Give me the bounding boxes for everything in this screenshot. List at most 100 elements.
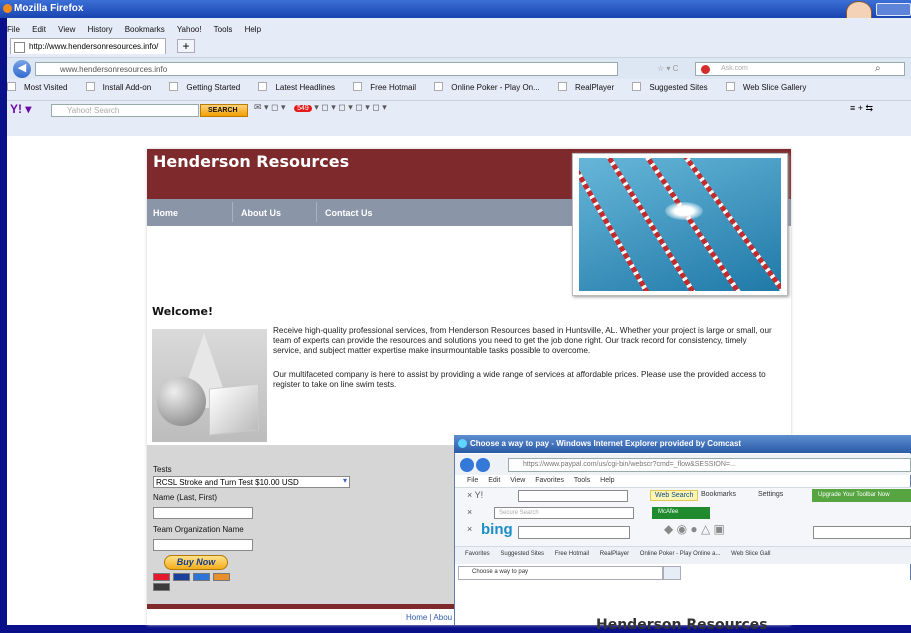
close-toolbar-icon[interactable]: ×	[467, 524, 472, 534]
ie-menu-edit[interactable]: Edit	[488, 477, 500, 484]
paypal-page-title: Henderson Resources	[596, 617, 768, 633]
nav-separator	[232, 202, 233, 222]
ie-menu-help[interactable]: Help	[600, 477, 614, 484]
window-controls[interactable]	[876, 3, 911, 16]
intro-paragraph: Receive high-quality professional servic…	[273, 326, 772, 355]
notification-badge: 549	[294, 105, 312, 112]
new-tab-button[interactable]: +	[177, 39, 195, 53]
favorite-suggested-sites[interactable]: Suggested Sites	[500, 551, 544, 557]
ie-tab[interactable]: Choose a way to pay	[458, 566, 663, 580]
lane-rope	[603, 158, 700, 291]
ie-new-tab[interactable]	[663, 566, 681, 580]
upgrade-toolbar-button[interactable]: Upgrade Your Toolbar Now	[812, 489, 911, 502]
bookmarks-bar: Most Visited Install Add-on Getting Star…	[7, 82, 911, 98]
name-field[interactable]	[153, 507, 253, 519]
favorite-web-slice-gallery[interactable]: Web Slice Gall	[731, 551, 770, 557]
favorite-realplayer[interactable]: RealPlayer	[600, 551, 629, 557]
favorites-button[interactable]: Favorites	[465, 551, 490, 557]
visa-icon	[173, 573, 190, 581]
url-field[interactable]: www.hendersonresources.info	[35, 62, 618, 76]
back-button[interactable]: ◀	[13, 60, 31, 78]
ie-yahoo-search-input[interactable]	[518, 490, 628, 502]
nav-home[interactable]: Home	[153, 208, 178, 218]
favorite-free-hotmail[interactable]: Free Hotmail	[555, 551, 589, 557]
ie-favorites-bar: Favorites Suggested Sites Free Hotmail R…	[455, 546, 911, 564]
mcafee-button[interactable]: McAfee	[652, 507, 710, 519]
toolbar-menu-icon[interactable]: ≡ + ⇆	[850, 103, 873, 114]
menu-help[interactable]: Help	[245, 25, 261, 34]
lane-rope	[642, 158, 745, 291]
ie-logo-icon	[458, 439, 467, 448]
ie-menu-favorites[interactable]: Favorites	[535, 477, 564, 484]
menu-view[interactable]: View	[58, 25, 75, 34]
bookmark-online-poker[interactable]: Online Poker - Play On...	[434, 82, 547, 92]
pool-photo	[579, 158, 781, 291]
ie-menu-view[interactable]: View	[510, 477, 525, 484]
bookmark-latest-headlines[interactable]: Latest Headlines	[258, 82, 343, 92]
bing-logo: bing	[481, 521, 513, 538]
ie-menu-tools[interactable]: Tools	[574, 477, 590, 484]
window-title: Mozilla Firefox	[14, 3, 84, 14]
menu-tools[interactable]: Tools	[214, 25, 233, 34]
bookmark-suggested-sites[interactable]: Suggested Sites	[632, 82, 715, 92]
bookmark-install-add-on[interactable]: Install Add-on	[85, 82, 159, 92]
buy-now-button[interactable]: Buy Now	[164, 555, 228, 570]
site-title: Henderson Resources	[153, 152, 350, 171]
yahoo-search-input[interactable]: Yahoo! Search	[51, 104, 199, 117]
reload-icon[interactable]: ☆ ▾ C	[657, 64, 678, 73]
ie-url-field[interactable]: https://www.paypal.com/us/cgi-bin/webscr…	[508, 458, 911, 472]
nav-contact-us[interactable]: Contact Us	[325, 208, 373, 218]
web-search-button[interactable]: Web Search	[650, 490, 699, 501]
menu-history[interactable]: History	[88, 25, 113, 34]
bookmark-icon	[7, 82, 16, 91]
bookmark-realplayer[interactable]: RealPlayer	[558, 82, 622, 92]
bookmark-icon	[353, 82, 363, 91]
tests-label: Tests	[153, 465, 172, 474]
favorite-online-poker[interactable]: Online Poker - Play Online a...	[640, 551, 721, 557]
bookmark-web-slice-gallery[interactable]: Web Slice Gallery	[725, 82, 814, 92]
bookmark-icon	[632, 82, 642, 91]
bookmark-free-hotmail[interactable]: Free Hotmail	[353, 82, 424, 92]
ask-search-field[interactable]: Ask.com	[695, 62, 905, 76]
ie-menu-file[interactable]: File	[467, 477, 478, 484]
amex-icon	[193, 573, 210, 581]
menu-bookmarks[interactable]: Bookmarks	[125, 25, 165, 34]
bookmark-most-visited[interactable]: Most Visited	[7, 82, 75, 92]
menu-file[interactable]: File	[7, 25, 20, 34]
ie-back-button[interactable]	[460, 458, 474, 472]
menu-yahoo[interactable]: Yahoo!	[177, 25, 202, 34]
yahoo-logo-icon[interactable]: Y! ▾	[10, 102, 31, 116]
ie-bookmarks-button[interactable]: Bookmarks	[701, 491, 736, 498]
discover-icon	[213, 573, 230, 581]
ie-settings-button[interactable]: Settings	[758, 491, 783, 498]
facebook-search-input[interactable]	[813, 526, 911, 539]
ie-forward-button[interactable]	[476, 458, 490, 472]
ie-menu-bar: File Edit View Favorites Tools Help	[467, 477, 623, 484]
search-icon[interactable]: ⌕	[875, 63, 881, 74]
nav-about-us[interactable]: About Us	[241, 208, 281, 218]
secure-search-input[interactable]: Secure Search	[494, 507, 634, 519]
yahoo-search-button[interactable]: SEARCH	[200, 104, 248, 117]
footer-links[interactable]: Home | Abou	[406, 613, 452, 622]
bookmark-icon	[434, 82, 444, 91]
bank-icon	[153, 583, 170, 591]
services-paragraph: Our multifaceted company is here to assi…	[273, 370, 766, 389]
team-field[interactable]	[153, 539, 253, 551]
bookmark-getting-started[interactable]: Getting Started	[169, 82, 248, 92]
browser-tab[interactable]: http://www.hendersonresources.info/	[10, 38, 166, 54]
toolbar-icons[interactable]: ◆ ◉ ● △ ▣	[664, 522, 725, 536]
toolbar-icons[interactable]: ✉ ▾ ◻ ▾ 549 ▾ ◻ ▾ ◻ ▾ ◻ ▾ ◻ ▾	[254, 102, 387, 113]
close-toolbar-icon[interactable]: ×	[467, 507, 472, 517]
bookmark-icon	[558, 82, 568, 91]
payment-cards	[153, 573, 251, 591]
menu-edit[interactable]: Edit	[32, 25, 46, 34]
welcome-heading: Welcome!	[152, 305, 213, 318]
close-toolbar-icon[interactable]: × Y!	[467, 490, 483, 500]
bookmark-icon	[725, 82, 735, 91]
firefox-title-bar: Mozilla Firefox	[0, 0, 911, 18]
menu-bar: File Edit View History Bookmarks Yahoo! …	[7, 25, 271, 34]
tests-select[interactable]: RCSL Stroke and Turn Test $10.00 USD ▾	[153, 476, 350, 488]
firefox-logo-icon	[3, 4, 12, 13]
mastercard-icon	[153, 573, 170, 581]
bing-search-input[interactable]	[518, 526, 630, 539]
